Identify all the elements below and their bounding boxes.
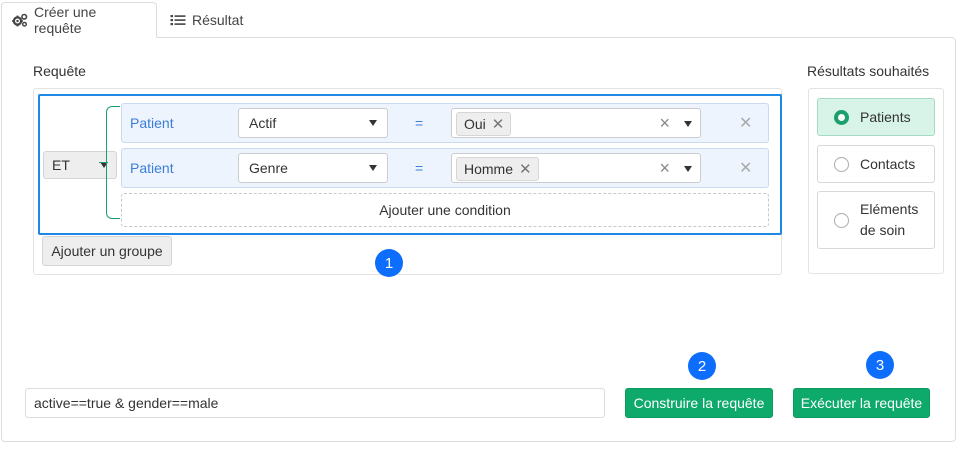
- group-bracket: [106, 106, 120, 219]
- result-option-label-line2: de soin: [860, 222, 906, 238]
- build-query-button[interactable]: Construire la requête: [625, 388, 773, 418]
- condition-field-select[interactable]: Genre: [238, 153, 388, 183]
- group-operator-value: ET: [52, 157, 70, 173]
- step-badge-3: 3: [866, 351, 894, 379]
- remove-chip-icon[interactable]: ✕: [519, 160, 532, 178]
- value-chip-label: Homme: [464, 161, 514, 177]
- chevron-down-icon: [369, 120, 377, 126]
- radio-icon: [834, 157, 849, 172]
- condition-field-value: Genre: [249, 160, 288, 176]
- step-badge-2: 2: [688, 352, 716, 380]
- result-option-label: Patients: [860, 109, 911, 125]
- query-section-label: Requête: [33, 63, 86, 79]
- condition-field-value: Actif: [249, 115, 277, 131]
- chevron-down-icon[interactable]: [684, 121, 692, 127]
- step-badge-1: 1: [375, 249, 403, 277]
- results-section-label: Résultats souhaités: [807, 63, 930, 79]
- result-option-contacts[interactable]: Contacts: [817, 145, 935, 183]
- result-option-label-line1: Eléments: [860, 201, 919, 217]
- condition-operator: =: [415, 160, 424, 176]
- tab-result[interactable]: Résultat: [160, 2, 260, 38]
- tab-create-query[interactable]: Créer une requête: [1, 2, 157, 38]
- clear-icon[interactable]: ×: [659, 113, 670, 134]
- condition-field-select[interactable]: Actif: [238, 108, 388, 138]
- result-option-patients[interactable]: Patients: [817, 98, 935, 136]
- condition-row: Patient Genre = Homme ✕ × ✕: [121, 148, 769, 188]
- list-icon: [170, 13, 186, 27]
- execute-query-button[interactable]: Exécuter la requête: [793, 388, 930, 418]
- tab-create-query-label: Créer une requête: [34, 4, 97, 36]
- remove-condition-icon[interactable]: ✕: [739, 113, 752, 133]
- query-string-field[interactable]: active==true & gender==male: [25, 388, 605, 418]
- result-option-care-elements[interactable]: Eléments de soin: [817, 191, 935, 249]
- result-option-label: Contacts: [860, 156, 916, 172]
- condition-entity: Patient: [130, 115, 174, 131]
- condition-value-select[interactable]: Homme ✕ ×: [451, 153, 701, 183]
- condition-operator: =: [415, 115, 424, 131]
- radio-icon: [834, 213, 849, 228]
- gears-icon: [12, 13, 28, 27]
- result-option-label: Eléments de soin: [860, 199, 918, 241]
- chevron-down-icon: [369, 165, 377, 171]
- group-bracket-tick: [99, 162, 107, 163]
- radio-selected-icon: [834, 110, 849, 125]
- value-chip-label: Oui: [464, 116, 486, 132]
- add-group-button[interactable]: Ajouter un groupe: [42, 236, 172, 266]
- add-condition-button[interactable]: Ajouter une condition: [121, 193, 769, 227]
- chevron-down-icon[interactable]: [684, 166, 692, 172]
- tab-result-label: Résultat: [192, 12, 244, 28]
- condition-row: Patient Actif = Oui ✕ × ✕: [121, 103, 769, 143]
- value-chip: Homme ✕: [456, 157, 539, 181]
- condition-entity: Patient: [130, 160, 174, 176]
- remove-chip-icon[interactable]: ✕: [492, 115, 505, 133]
- remove-condition-icon[interactable]: ✕: [739, 158, 752, 178]
- clear-icon[interactable]: ×: [659, 158, 670, 179]
- condition-value-select[interactable]: Oui ✕ ×: [451, 108, 701, 138]
- value-chip: Oui ✕: [456, 112, 512, 136]
